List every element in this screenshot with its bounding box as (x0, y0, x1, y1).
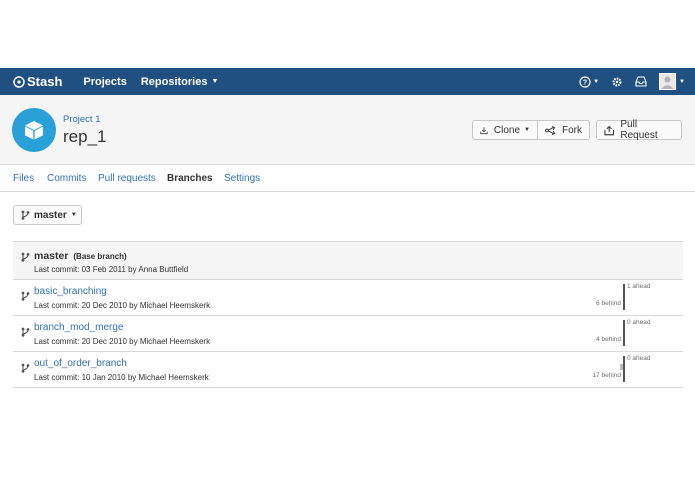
chevron-down-icon: ▼ (679, 78, 685, 85)
project-link[interactable]: Project 1 (63, 114, 101, 125)
nav-projects[interactable]: Projects (83, 76, 126, 88)
ahead-behind-indicator: 0 ahead 4 behind (596, 316, 683, 352)
tab-pull-requests[interactable]: Pull requests (98, 173, 156, 184)
branch-icon (21, 252, 30, 262)
ahead-count: 0 ahead (627, 355, 651, 362)
tab-settings[interactable]: Settings (224, 173, 260, 184)
ahead-count: 0 ahead (627, 319, 651, 326)
pull-request-label: Pull Request (620, 119, 658, 141)
last-commit-info: Last commit: 03 Feb 2011 by Anna Buttfie… (34, 265, 189, 274)
ahead-behind-divider (623, 356, 625, 382)
inbox-button[interactable] (635, 76, 647, 87)
tab-commits[interactable]: Commits (47, 173, 86, 184)
inbox-icon (635, 76, 647, 87)
user-icon (661, 76, 674, 89)
clone-button[interactable]: Clone ▼ (472, 120, 538, 140)
list-item: master (Base branch) Last commit: 03 Feb… (13, 241, 683, 280)
user-menu[interactable]: ▼ (659, 73, 685, 90)
settings-button[interactable] (611, 76, 623, 88)
box-icon (25, 121, 43, 140)
branch-name[interactable]: basic_branching (34, 286, 107, 297)
tab-files[interactable]: Files (13, 173, 34, 184)
branch-name[interactable]: out_of_order_branch (34, 358, 127, 369)
clone-label: Clone (493, 124, 521, 136)
repository-avatar (12, 108, 56, 152)
chevron-down-icon: ▼ (211, 78, 219, 85)
branch-name[interactable]: master (Base branch) (34, 250, 127, 262)
nav-repositories[interactable]: Repositories ▼ (141, 76, 219, 88)
behind-count: 6 behind (596, 300, 621, 307)
branch-selector-value: master (34, 209, 67, 221)
avatar (659, 73, 677, 90)
nav-repositories-label: Repositories (140, 75, 208, 88)
repository-header: Project 1 rep_1 Clone ▼ Fork Pull Reques… (0, 95, 695, 165)
logo-text: Stash (27, 74, 63, 89)
branch-list: master (Base branch) Last commit: 03 Feb… (13, 241, 683, 388)
page-title: rep_1 (63, 127, 107, 146)
branch-name[interactable]: branch_mod_merge (34, 322, 124, 333)
ahead-behind-indicator: 0 ahead 17 behind (592, 352, 683, 388)
ahead-count: 1 ahead (627, 283, 651, 290)
chevron-down-icon: ▼ (593, 78, 600, 85)
stash-logo-icon (13, 75, 25, 88)
branch-icon (21, 210, 30, 220)
help-menu[interactable]: ? ▼ (579, 75, 600, 88)
chevron-down-icon: ▼ (524, 127, 530, 133)
list-item: out_of_order_branch Last commit: 10 Jan … (13, 352, 683, 388)
ahead-behind-divider (623, 284, 625, 310)
fork-icon (545, 125, 556, 135)
nav-projects-label: Projects (83, 75, 127, 88)
behind-count: 17 behind (592, 372, 621, 379)
stash-logo[interactable]: Stash (13, 74, 62, 89)
last-commit-info: Last commit: 10 Jan 2010 by Michael Heem… (34, 373, 209, 382)
repository-tabs: Files Commits Pull requests Branches Set… (0, 166, 695, 192)
fork-button[interactable]: Fork (537, 120, 590, 140)
fork-label: Fork (562, 124, 582, 136)
list-item: branch_mod_merge Last commit: 20 Dec 201… (13, 316, 683, 352)
branch-icon (21, 363, 30, 373)
chevron-down-icon: ▼ (70, 212, 77, 218)
base-branch-tag: (Base branch) (73, 252, 127, 261)
last-commit-info: Last commit: 20 Dec 2010 by Michael Heem… (34, 301, 211, 310)
branch-icon (21, 291, 30, 301)
branch-name-text: master (34, 250, 69, 262)
branch-selector[interactable]: master ▼ (13, 205, 82, 225)
last-commit-info: Last commit: 20 Dec 2010 by Michael Heem… (34, 337, 211, 346)
ahead-behind-divider (623, 320, 625, 346)
svg-text:?: ? (583, 79, 587, 86)
help-icon: ? (579, 75, 591, 88)
gear-icon (612, 76, 622, 87)
list-item: basic_branching Last commit: 20 Dec 2010… (13, 280, 683, 316)
tab-branches[interactable]: Branches (167, 173, 213, 184)
branch-icon (21, 327, 30, 337)
ahead-behind-indicator: 1 ahead 6 behind (596, 280, 683, 316)
top-navigation-bar: Stash Projects Repositories ▼ ? ▼ ▼ (0, 68, 695, 95)
behind-count: 4 behind (596, 336, 621, 343)
upload-icon (604, 125, 615, 135)
pull-request-button[interactable]: Pull Request (596, 119, 682, 141)
download-icon (480, 126, 488, 134)
